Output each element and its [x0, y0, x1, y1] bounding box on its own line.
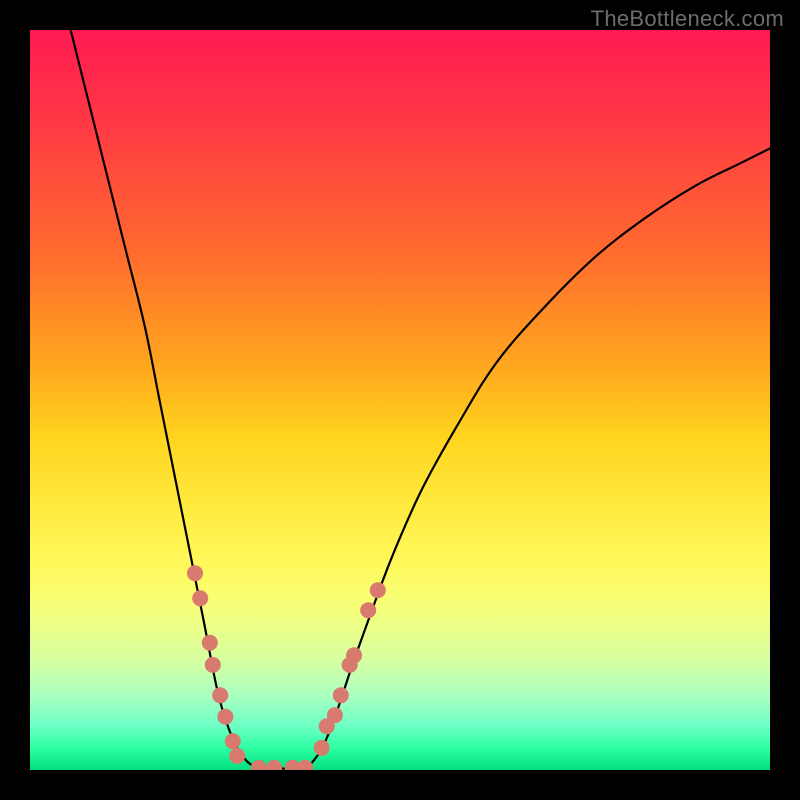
- data-marker: [360, 602, 376, 618]
- data-marker: [314, 740, 330, 756]
- data-marker: [202, 635, 218, 651]
- left-curve: [71, 30, 263, 768]
- data-marker: [192, 590, 208, 606]
- plot-area: [30, 30, 770, 770]
- data-marker: [212, 687, 228, 703]
- chart-frame: TheBottleneck.com: [0, 0, 800, 800]
- data-marker: [251, 760, 267, 770]
- chart-svg: [30, 30, 770, 770]
- marker-group: [187, 565, 386, 770]
- data-marker: [327, 707, 343, 723]
- data-marker: [217, 709, 233, 725]
- right-curve: [308, 148, 771, 767]
- data-marker: [205, 657, 221, 673]
- data-marker: [333, 687, 349, 703]
- data-marker: [187, 565, 203, 581]
- data-marker: [346, 647, 362, 663]
- data-marker: [266, 760, 282, 770]
- data-marker: [225, 733, 241, 749]
- watermark-text: TheBottleneck.com: [591, 6, 784, 32]
- data-marker: [297, 760, 313, 770]
- data-marker: [229, 748, 245, 764]
- data-marker: [370, 582, 386, 598]
